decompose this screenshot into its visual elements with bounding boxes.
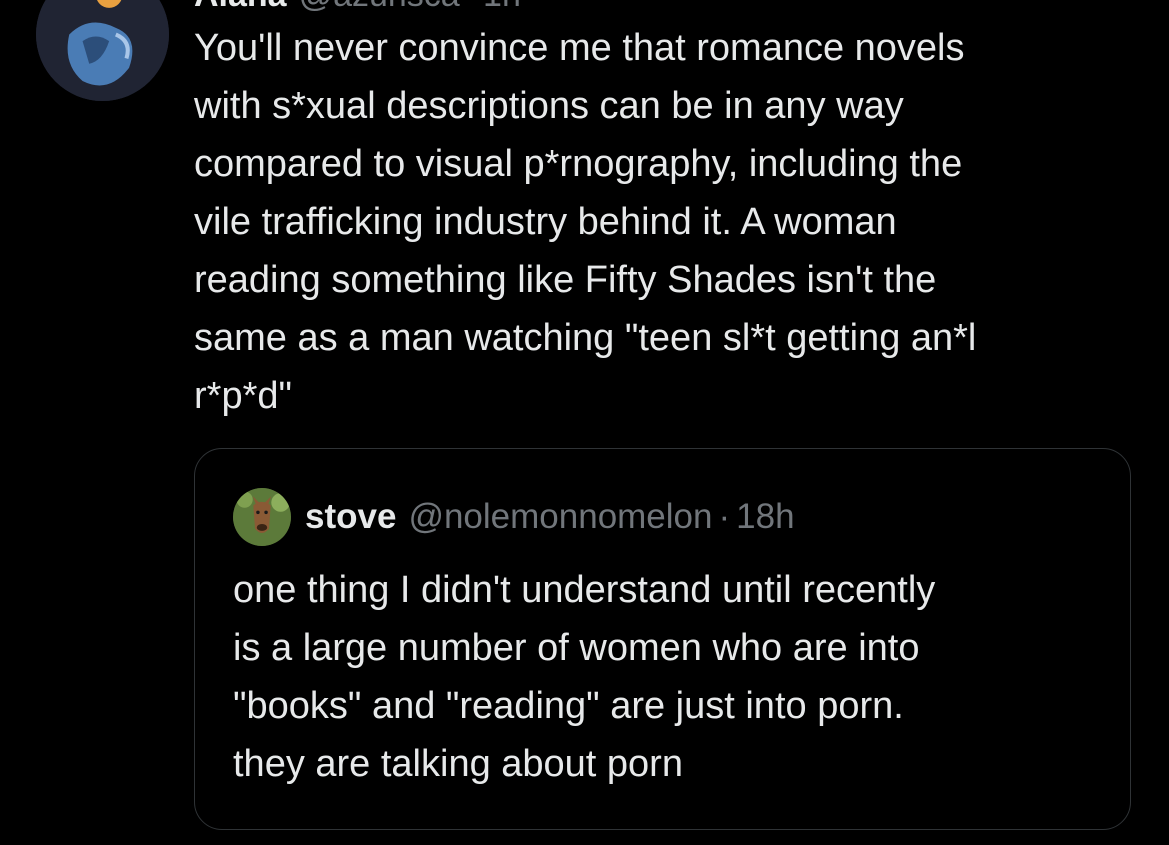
author-handle[interactable]: @azurisca	[299, 0, 460, 14]
avatar-image-icon	[233, 488, 291, 546]
tweet-time[interactable]: 1h	[483, 0, 521, 14]
author-name[interactable]: Alana	[194, 0, 287, 14]
quoted-tweet-time[interactable]: 18h	[736, 497, 794, 537]
quoted-tweet-header: stove @nolemonnomelon · 18h	[233, 487, 795, 547]
avatar-image-icon	[36, 0, 169, 101]
quoted-tweet-text: one thing I didn't understand until rece…	[233, 569, 936, 785]
tweet: Alana @azurisca · 1h You'll never convince …	[0, 0, 1169, 845]
quoted-author-name[interactable]: stove	[305, 497, 396, 537]
separator-dot: ·	[466, 0, 477, 14]
tweet-text: You'll never convince me that romance no…	[194, 27, 977, 417]
quoted-author-avatar[interactable]	[233, 488, 291, 546]
author-avatar[interactable]	[36, 0, 169, 101]
quoted-tweet-card[interactable]: stove @nolemonnomelon · 18h one thing I …	[194, 448, 1131, 830]
quoted-author-handle[interactable]: @nolemonnomelon	[408, 497, 712, 537]
separator-dot: ·	[718, 497, 731, 536]
tweet-header: Alana @azurisca · 1h	[194, 0, 521, 12]
